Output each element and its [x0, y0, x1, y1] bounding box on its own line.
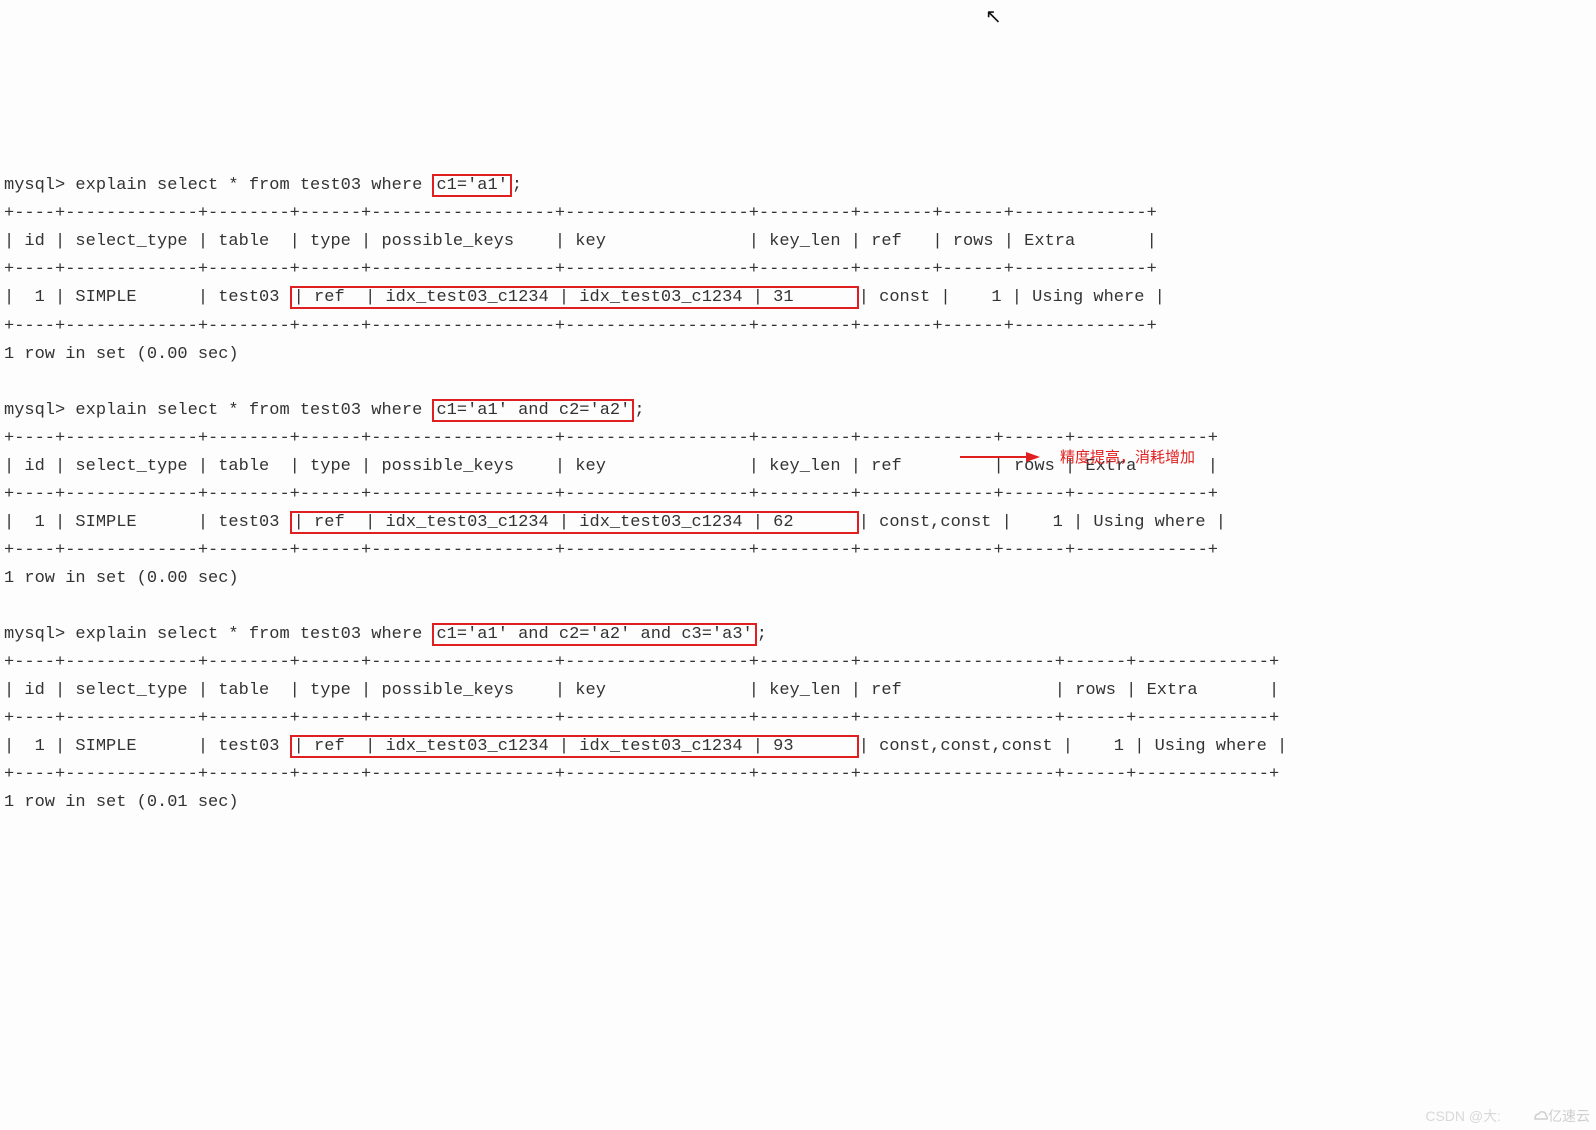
sql-prompt: mysql> explain select * from test03 wher…: [4, 625, 432, 644]
table-separator: +----+-------------+--------+------+----…: [4, 429, 1218, 448]
table-separator: +----+-------------+--------+------+----…: [4, 204, 1157, 223]
cursor-icon: ↖: [985, 2, 1002, 35]
annotation-arrow-icon: [960, 449, 1040, 465]
row-prefix: | 1 | SIMPLE | test03: [4, 737, 290, 756]
result-footer: 1 row in set (0.00 sec): [4, 569, 239, 588]
table-separator: +----+-------------+--------+------+----…: [4, 541, 1218, 560]
where-clause-box: c1='a1' and c2='a2': [432, 399, 634, 422]
watermark-yisu: 亿速云: [1532, 1105, 1590, 1128]
row-highlight-box: | ref | idx_test03_c1234 | idx_test03_c1…: [290, 286, 859, 309]
sql-prompt: mysql> explain select * from test03 wher…: [4, 401, 432, 420]
where-clause-box: c1='a1' and c2='a2' and c3='a3': [432, 623, 756, 646]
watermark-yisu-text: 亿速云: [1548, 1108, 1590, 1124]
sql-tail: ;: [634, 401, 644, 420]
result-footer: 1 row in set (0.01 sec): [4, 793, 239, 812]
row-suffix: | const | 1 | Using where |: [859, 288, 1165, 307]
table-row: | 1 | SIMPLE | test03 | ref | idx_test03…: [4, 511, 1226, 534]
sql-tail: ;: [757, 625, 767, 644]
row-prefix: | 1 | SIMPLE | test03: [4, 288, 290, 307]
sql-prompt: mysql> explain select * from test03 wher…: [4, 176, 432, 195]
query-block-1: mysql> explain select * from test03 wher…: [4, 172, 1592, 817]
table-separator: +----+-------------+--------+------+----…: [4, 709, 1279, 728]
result-footer: 1 row in set (0.00 sec): [4, 345, 239, 364]
watermark-csdn: CSDN @大:: [1425, 1105, 1501, 1128]
row-highlight-box: | ref | idx_test03_c1234 | idx_test03_c1…: [290, 735, 859, 758]
row-highlight-box: | ref | idx_test03_c1234 | idx_test03_c1…: [290, 511, 859, 534]
where-clause-box: c1='a1': [432, 174, 511, 197]
row-prefix: | 1 | SIMPLE | test03: [4, 513, 290, 532]
sql-tail: ;: [512, 176, 522, 195]
table-separator: +----+-------------+--------+------+----…: [4, 260, 1157, 279]
row-suffix: | const,const | 1 | Using where |: [859, 513, 1226, 532]
table-header: | id | select_type | table | type | poss…: [4, 681, 1279, 700]
table-row: | 1 | SIMPLE | test03 | ref | idx_test03…: [4, 286, 1165, 309]
table-header: | id | select_type | table | type | poss…: [4, 232, 1157, 251]
table-row: | 1 | SIMPLE | test03 | ref | idx_test03…: [4, 735, 1287, 758]
table-separator: +----+-------------+--------+------+----…: [4, 765, 1279, 784]
row-suffix: | const,const,const | 1 | Using where |: [859, 737, 1287, 756]
table-separator: +----+-------------+--------+------+----…: [4, 317, 1157, 336]
table-separator: +----+-------------+--------+------+----…: [4, 485, 1218, 504]
annotation-text: 精度提高，消耗增加: [1060, 446, 1195, 471]
